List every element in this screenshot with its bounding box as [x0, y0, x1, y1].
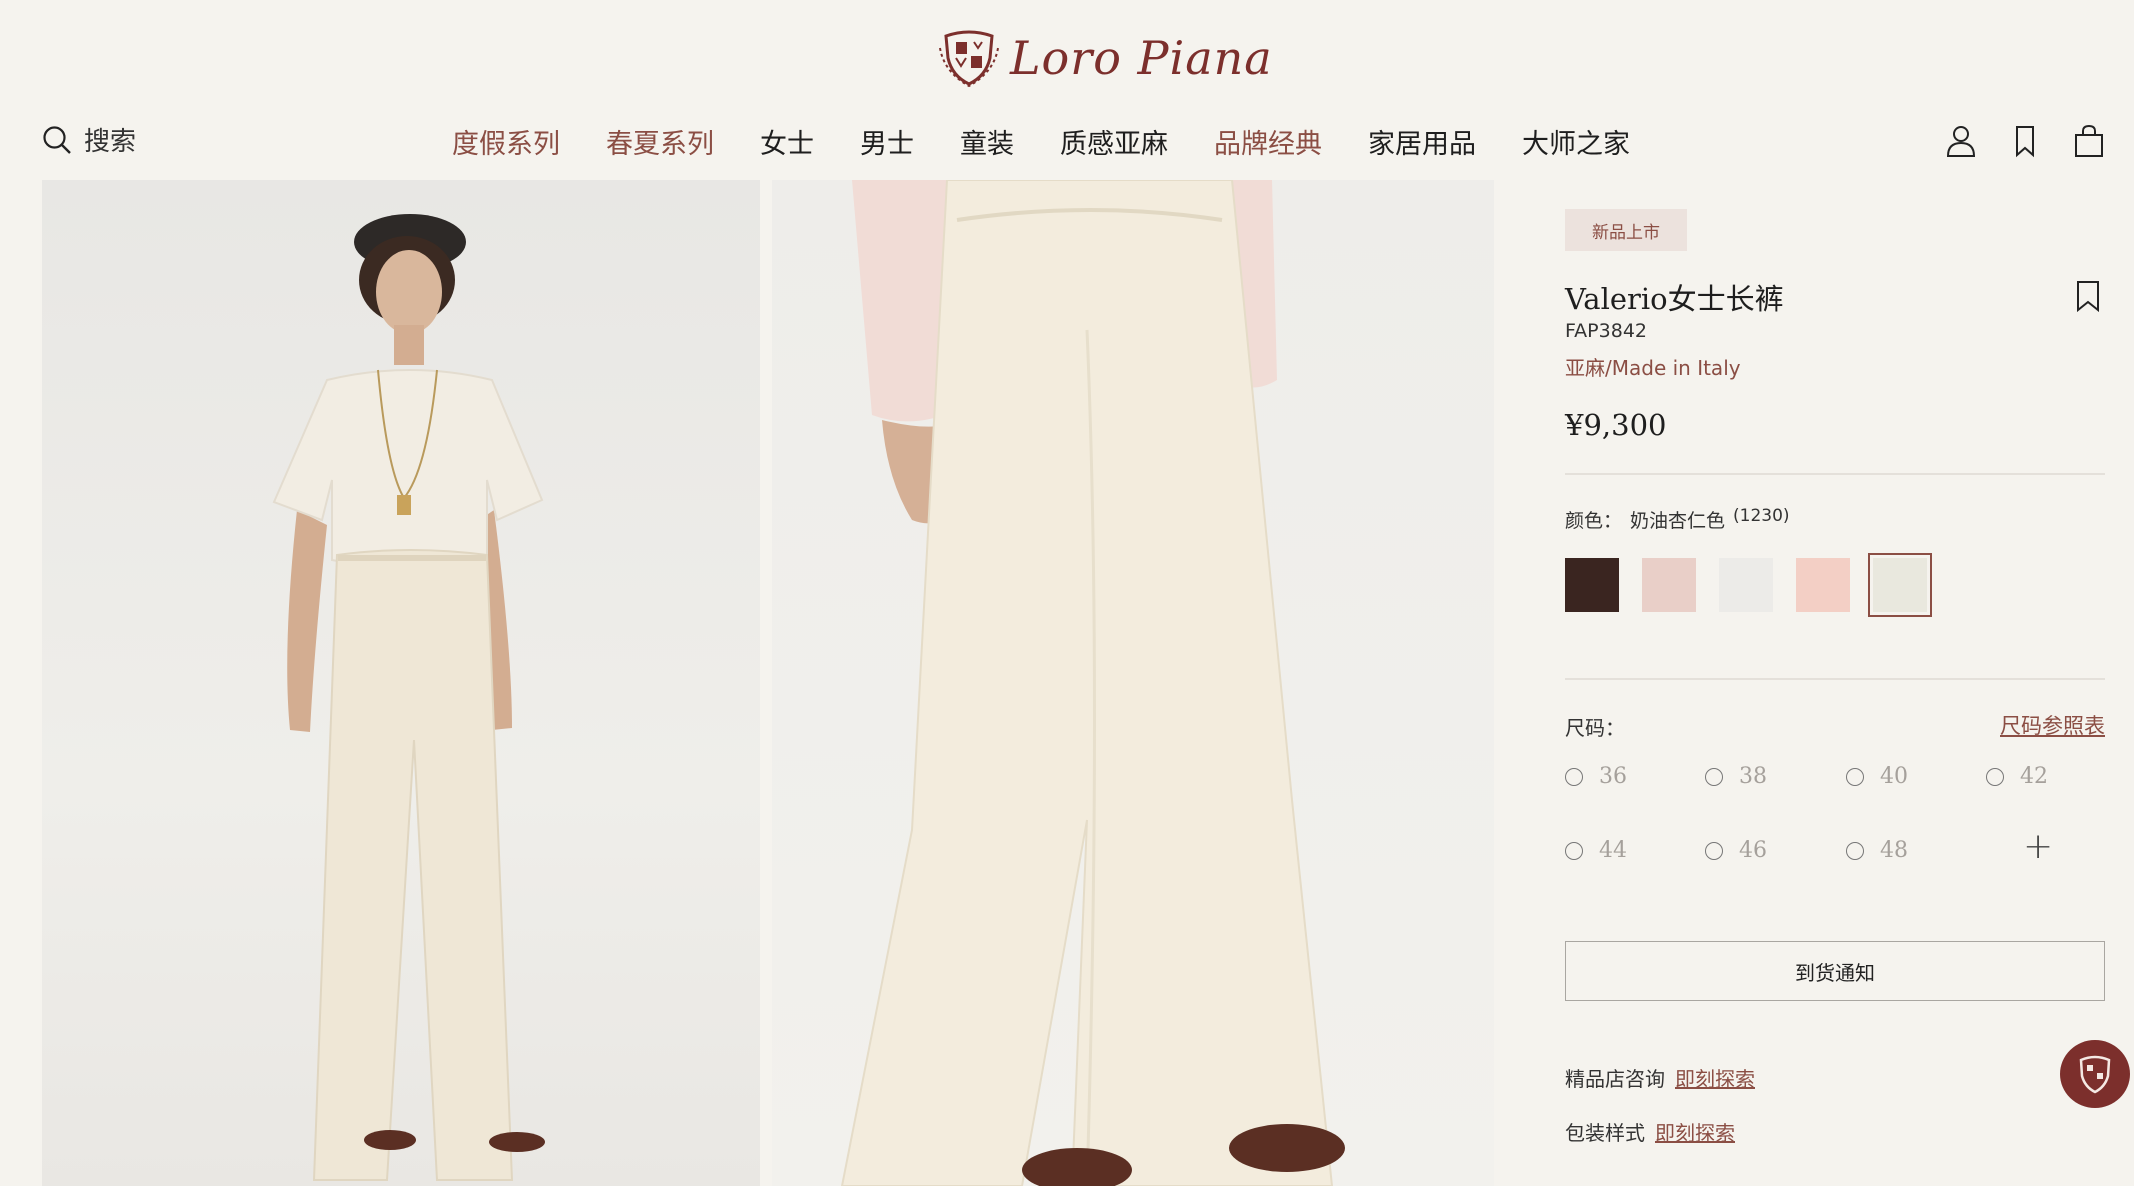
size-value: 38	[1739, 764, 1767, 789]
product-image-detail[interactable]	[772, 180, 1494, 1186]
product-material: 亚麻/Made in Italy	[1565, 356, 1741, 380]
color-swatches	[1565, 553, 1932, 617]
size-option[interactable]: 42	[1986, 764, 2048, 789]
wishlist-bookmark-icon[interactable]	[2075, 280, 2101, 312]
color-swatch-3[interactable]	[1796, 558, 1850, 612]
color-swatch-1[interactable]	[1642, 558, 1696, 612]
notify-when-available-button[interactable]: 到货通知	[1565, 941, 2105, 1001]
chat-support-button[interactable]	[2060, 1040, 2130, 1108]
radio-icon	[1565, 841, 1583, 860]
size-option[interactable]: 38	[1705, 764, 1767, 789]
plus-icon[interactable]: +	[2023, 826, 2053, 867]
size-option[interactable]: 46	[1705, 838, 1767, 863]
crest-icon	[939, 30, 999, 88]
nav-item-6[interactable]: 品牌经典	[1214, 122, 1322, 161]
model-full-body-illustration	[272, 214, 545, 1181]
nav-item-5[interactable]: 质感亚麻	[1060, 122, 1168, 161]
main-navigation: 度假系列 春夏系列 女士 男士 童装 质感亚麻 品牌经典 家居用品 大师之家	[452, 122, 1676, 161]
nav-item-7[interactable]: 家居用品	[1368, 122, 1476, 161]
header-actions	[1944, 124, 2106, 158]
nav-item-8[interactable]: 大师之家	[1522, 122, 1630, 161]
product-sku: FAP3842	[1565, 320, 1647, 342]
size-value: 36	[1599, 764, 1627, 789]
boutique-explore-link[interactable]: 即刻探索	[1675, 1067, 1755, 1091]
chat-crest-icon	[2079, 1055, 2111, 1094]
search-icon	[43, 125, 71, 154]
size-option[interactable]: 40	[1846, 764, 1908, 789]
site-header: Loro Piana 搜索 度假系列 春夏系列 女士 男士 童装 质感亚麻 品牌经典 家居用品…	[0, 0, 2134, 180]
size-option[interactable]: 44	[1565, 838, 1627, 863]
radio-icon	[1565, 767, 1583, 786]
radio-icon	[1705, 767, 1723, 786]
nav-item-3[interactable]: 男士	[860, 122, 914, 161]
color-label-text: 颜色：	[1565, 510, 1623, 532]
brand-logo[interactable]: Loro Piana	[938, 28, 1273, 88]
color-swatch-0[interactable]	[1565, 558, 1619, 612]
trousers-closeup-illustration	[840, 180, 1345, 1186]
search-label: 搜索	[84, 127, 137, 157]
size-value: 42	[2020, 764, 2048, 789]
new-arrival-badge: 新品上市	[1565, 209, 1687, 251]
boutique-consult-label: 精品店咨询	[1565, 1067, 1665, 1091]
logo-wordmark: Loro Piana	[1010, 31, 1273, 85]
search-trigger[interactable]: 搜索	[42, 121, 136, 158]
nav-item-4[interactable]: 童装	[960, 122, 1014, 161]
size-guide-link[interactable]: 尺码参照表	[2000, 710, 2105, 740]
nav-item-1[interactable]: 春夏系列	[606, 122, 714, 161]
size-value: 48	[1880, 838, 1908, 863]
size-value: 46	[1739, 838, 1767, 863]
packaging-row: 包装样式 即刻探索	[1565, 1117, 1735, 1146]
color-swatch-2[interactable]	[1719, 558, 1773, 612]
size-label: 尺码：	[1565, 716, 1625, 740]
product-image-main[interactable]	[42, 180, 760, 1186]
size-value: 40	[1880, 764, 1908, 789]
nav-item-2[interactable]: 女士	[760, 122, 814, 161]
color-swatch-4[interactable]	[1868, 553, 1932, 617]
color-selection-label: 颜色： 奶油杏仁色 (1230)	[1565, 506, 1790, 533]
radio-icon	[1705, 841, 1723, 860]
radio-icon	[1846, 767, 1864, 786]
nav-item-0[interactable]: 度假系列	[452, 122, 560, 161]
size-option[interactable]: 48	[1846, 838, 1908, 863]
color-code: (1230)	[1733, 506, 1790, 526]
radio-icon	[1846, 841, 1864, 860]
size-option[interactable]: 36	[1565, 764, 1627, 789]
packaging-explore-link[interactable]: 即刻探索	[1655, 1121, 1735, 1145]
product-title: Valerio女士长裤	[1565, 282, 1784, 316]
size-value: 44	[1599, 838, 1627, 863]
boutique-consult-row: 精品店咨询 即刻探索	[1565, 1063, 1755, 1092]
divider	[1565, 473, 2105, 475]
account-icon[interactable]	[1944, 124, 1978, 158]
product-price: ¥9,300	[1565, 408, 1667, 442]
color-name: 奶油杏仁色	[1630, 510, 1726, 532]
bookmark-icon[interactable]	[2008, 124, 2042, 158]
shopping-bag-icon[interactable]	[2072, 124, 2106, 158]
packaging-label: 包装样式	[1565, 1121, 1645, 1145]
radio-icon	[1986, 767, 2004, 786]
divider	[1565, 678, 2105, 680]
